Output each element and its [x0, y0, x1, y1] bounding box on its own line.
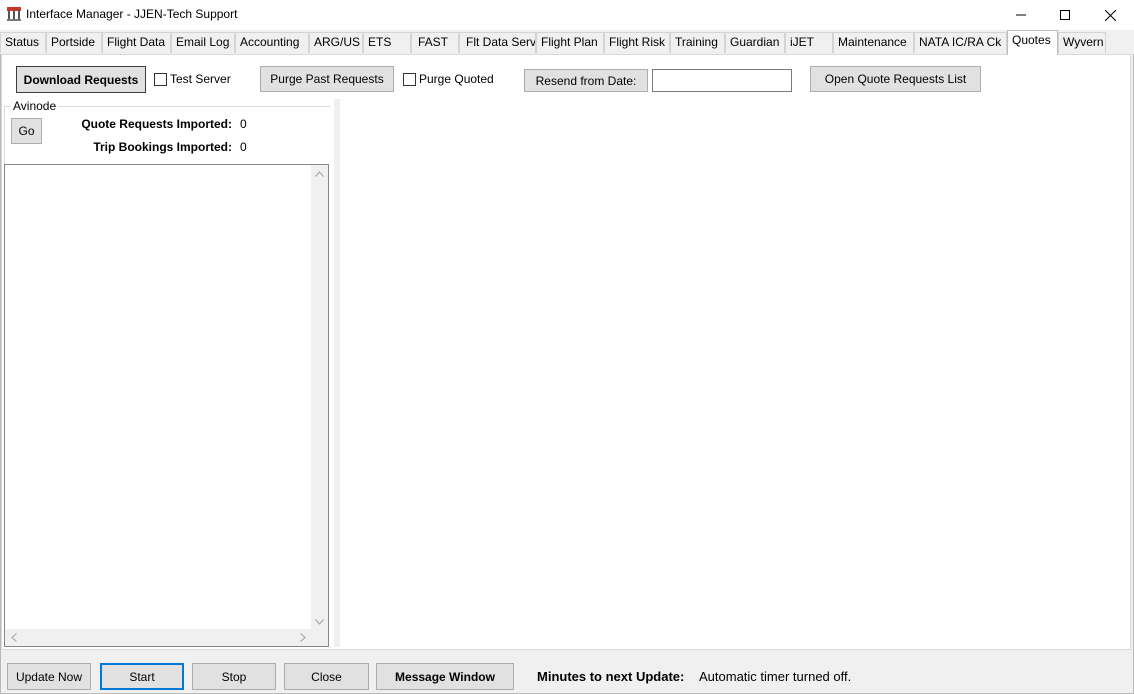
- tab-quotes[interactable]: Quotes: [1007, 30, 1058, 55]
- test-server-checkbox[interactable]: [154, 73, 167, 86]
- avinode-log-list[interactable]: [4, 164, 329, 647]
- maximize-icon: [1060, 10, 1070, 20]
- close-icon: [1104, 9, 1116, 21]
- tab-flight-plan[interactable]: Flight Plan: [536, 32, 604, 53]
- purge-past-requests-button[interactable]: Purge Past Requests: [260, 66, 394, 92]
- quote-requests-imported-label: Quote Requests Imported:: [81, 117, 232, 131]
- scroll-corner: [311, 629, 328, 646]
- scroll-down-arrow-icon[interactable]: [311, 613, 328, 630]
- download-requests-button[interactable]: Download Requests: [16, 66, 146, 93]
- maximize-button[interactable]: [1042, 0, 1088, 30]
- tab-training[interactable]: Training: [670, 32, 725, 53]
- close-button[interactable]: Close: [284, 663, 369, 690]
- purge-quoted-label: Purge Quoted: [419, 72, 494, 86]
- test-server-label: Test Server: [170, 72, 231, 86]
- tab-ets[interactable]: ETS: [363, 32, 411, 53]
- avinode-go-button[interactable]: Go: [11, 118, 42, 144]
- tab-status[interactable]: Status: [0, 32, 46, 53]
- start-button[interactable]: Start: [100, 663, 184, 690]
- tab-accounting[interactable]: Accounting: [235, 32, 309, 53]
- resend-date-input[interactable]: [652, 69, 792, 92]
- title-bar[interactable]: Interface Manager - JJEN-Tech Support: [0, 0, 1134, 30]
- panel-splitter[interactable]: [334, 99, 340, 647]
- tab-strip: Status Portside Flight Data Email Log Ac…: [0, 30, 1134, 55]
- tab-fast[interactable]: FAST: [411, 32, 459, 53]
- trip-bookings-imported-label: Trip Bookings Imported:: [93, 140, 232, 154]
- minimize-icon: [1016, 14, 1026, 16]
- tab-guardian[interactable]: Guardian: [725, 32, 785, 53]
- avinode-group-title: Avinode: [11, 99, 59, 113]
- scroll-left-arrow-icon[interactable]: [5, 629, 22, 646]
- tab-flt-data-serv[interactable]: Flt Data Serv: [459, 32, 536, 53]
- window-title: Interface Manager - JJEN-Tech Support: [26, 7, 238, 21]
- scroll-up-arrow-icon[interactable]: [311, 165, 328, 182]
- resend-from-date-button[interactable]: Resend from Date:: [524, 69, 648, 92]
- tab-wyvern[interactable]: Wyvern: [1058, 32, 1106, 53]
- tab-nata-ic-ra-ck[interactable]: NATA IC/RA Ck: [914, 32, 1007, 53]
- tab-ijet[interactable]: iJET: [785, 32, 833, 53]
- timer-status-text: Automatic timer turned off.: [699, 669, 852, 684]
- close-window-button[interactable]: [1087, 0, 1133, 30]
- app-logo-icon: [6, 6, 22, 22]
- trip-bookings-imported-value: 0: [240, 140, 247, 154]
- update-now-button[interactable]: Update Now: [7, 663, 91, 690]
- tab-portside[interactable]: Portside: [46, 32, 102, 53]
- purge-quoted-checkbox[interactable]: [403, 73, 416, 86]
- vertical-scrollbar[interactable]: [311, 165, 328, 630]
- tab-email-log[interactable]: Email Log: [171, 32, 235, 53]
- open-quote-requests-list-button[interactable]: Open Quote Requests List: [810, 66, 981, 92]
- stop-button[interactable]: Stop: [192, 663, 276, 690]
- message-window-button[interactable]: Message Window: [376, 663, 514, 690]
- quote-requests-imported-value: 0: [240, 117, 247, 131]
- scroll-right-arrow-icon[interactable]: [294, 629, 311, 646]
- tab-flight-risk[interactable]: Flight Risk: [604, 32, 670, 53]
- quotes-tab-panel: Download Requests Test Server Purge Past…: [1, 54, 1131, 650]
- tab-flight-data[interactable]: Flight Data: [102, 32, 171, 53]
- minutes-to-next-update-label: Minutes to next Update:: [537, 669, 685, 684]
- tab-maintenance[interactable]: Maintenance: [833, 32, 914, 53]
- minimize-button[interactable]: [998, 0, 1044, 30]
- tab-arg-us[interactable]: ARG/US: [309, 32, 363, 53]
- horizontal-scrollbar[interactable]: [5, 629, 311, 646]
